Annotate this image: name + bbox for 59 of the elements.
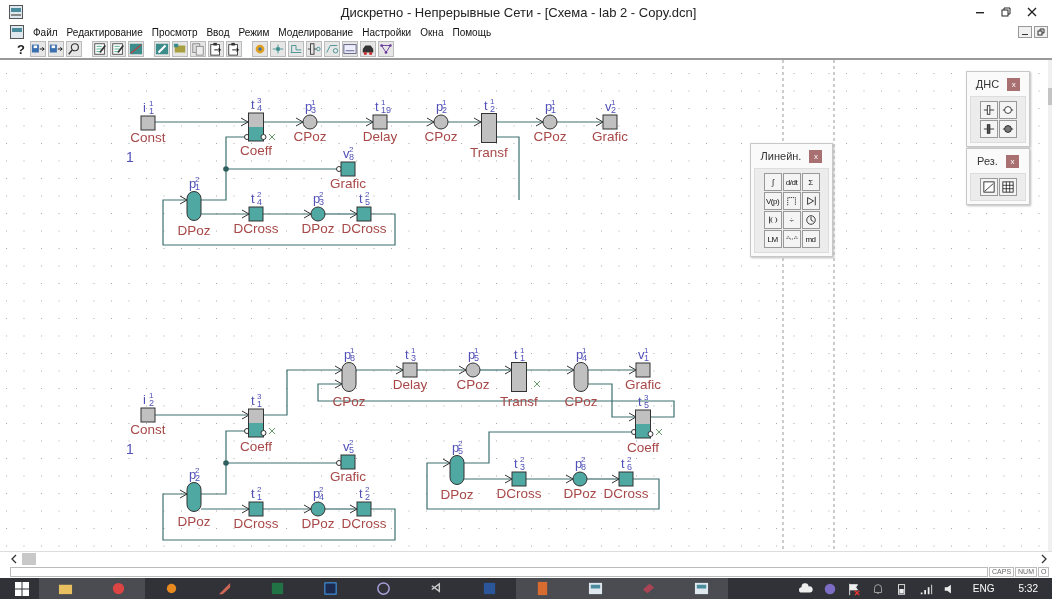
clock[interactable]: 5:32 bbox=[1018, 583, 1038, 594]
node-label: DPoz bbox=[563, 486, 597, 501]
node-value: 1 bbox=[126, 149, 134, 165]
node-label: Const bbox=[130, 422, 166, 437]
menu-item[interactable]: Редактирование bbox=[66, 26, 143, 38]
node-label: CPoz bbox=[533, 129, 567, 144]
menu-item[interactable]: Моделирование bbox=[278, 26, 354, 38]
window-title: Дискретно - Непрерывные Сети - [Схема - lab 2 - Copy.dcn] bbox=[339, 4, 698, 20]
close-button[interactable]: x bbox=[1007, 77, 1021, 91]
node-value: 1 bbox=[126, 441, 134, 457]
menu-item[interactable]: Окна bbox=[420, 26, 444, 38]
menu-item[interactable]: Ввод bbox=[206, 26, 230, 38]
palette-button[interactable]: ÷ bbox=[782, 211, 801, 229]
node-label: Delay bbox=[362, 129, 398, 144]
node-label: Transf bbox=[470, 144, 508, 160]
palette-button[interactable]: Σ bbox=[801, 173, 820, 191]
close-button[interactable]: x bbox=[1005, 154, 1019, 168]
node-label: Grafic bbox=[592, 129, 628, 144]
language-indicator[interactable]: ENG bbox=[972, 583, 995, 594]
help-button[interactable]: ? bbox=[14, 41, 28, 57]
node-label: Grafic bbox=[330, 176, 366, 191]
menu-item[interactable]: Настройки bbox=[362, 26, 412, 38]
node-label: DCross bbox=[603, 486, 649, 501]
palette-title: ДНС bbox=[975, 78, 1000, 90]
palette-button[interactable]: ∫ bbox=[763, 173, 782, 191]
palette-title: Рез. bbox=[977, 155, 998, 167]
node-label: DCross bbox=[341, 221, 387, 236]
palette-button[interactable]: d/dt bbox=[782, 173, 801, 191]
node-label: CPoz bbox=[424, 129, 458, 144]
node-label: CPoz bbox=[332, 393, 366, 409]
node-label: Grafic bbox=[625, 377, 661, 392]
node-label: DPoz bbox=[301, 221, 335, 236]
node-label: DCross bbox=[233, 516, 279, 531]
node-label: Coeff bbox=[240, 439, 272, 454]
node-label: Coeff bbox=[627, 440, 659, 455]
menu-item[interactable]: Просмотр bbox=[151, 26, 198, 38]
menu-item[interactable]: Режим bbox=[238, 26, 270, 38]
node-label: CPoz bbox=[293, 129, 327, 144]
node-label: CPoz bbox=[456, 377, 490, 392]
node-label: CPoz bbox=[564, 393, 598, 409]
node-label: Coeff bbox=[240, 143, 272, 158]
node-label: DCross bbox=[233, 221, 279, 236]
palette-button[interactable]: LM bbox=[763, 230, 782, 248]
node-label: DPoz bbox=[301, 516, 335, 531]
menu-item[interactable]: Помощь bbox=[452, 26, 492, 38]
node-label: Transf bbox=[500, 393, 538, 409]
palette-button[interactable]: md bbox=[801, 230, 820, 248]
close-button[interactable]: x bbox=[809, 149, 823, 163]
palette-button[interactable]: V(p) bbox=[763, 192, 782, 210]
node-label: DCross bbox=[496, 486, 542, 501]
node-label: Delay bbox=[392, 377, 428, 392]
node-label: DPoz bbox=[440, 486, 474, 502]
menu-item[interactable]: Файл bbox=[33, 26, 58, 38]
node-label: Const bbox=[130, 130, 166, 145]
node-label: DPoz bbox=[177, 513, 211, 529]
palette-title: Линейн. bbox=[760, 150, 802, 162]
node-label: DPoz bbox=[177, 222, 211, 238]
node-label: DCross bbox=[341, 516, 387, 531]
node-label: Grafic bbox=[330, 469, 366, 484]
